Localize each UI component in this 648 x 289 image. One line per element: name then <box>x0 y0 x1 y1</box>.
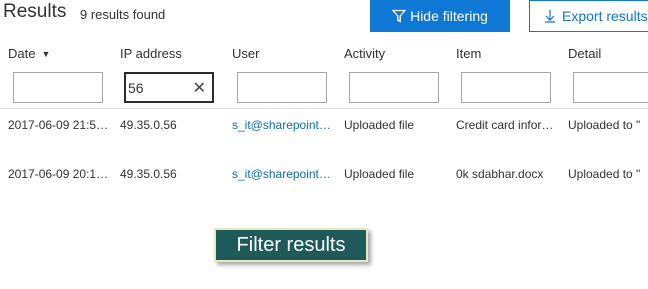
row-user-link[interactable]: s_it@sharepoint… <box>232 118 338 132</box>
row-activity: Uploaded file <box>344 118 415 132</box>
results-count: 9 results found <box>80 7 166 22</box>
filter-results-callout: Filter results <box>214 228 368 262</box>
detail-filter-input[interactable] <box>573 72 648 103</box>
row-ip: 49.35.0.56 <box>120 167 177 181</box>
ip-address-filter-input[interactable]: 56 ✕ <box>124 72 214 103</box>
header-divider <box>0 108 648 109</box>
user-filter-input[interactable] <box>237 72 327 103</box>
sort-down-icon[interactable]: ▼ <box>41 49 50 59</box>
page-title: Results <box>3 1 67 22</box>
row-item: 0k sdabhar.docx <box>456 167 544 181</box>
row-user-link[interactable]: s_it@sharepoint… <box>232 167 338 181</box>
column-header-ip-address[interactable]: IP address <box>120 46 182 61</box>
row-date: 2017-06-09 21:5… <box>8 118 109 132</box>
activity-filter-input[interactable] <box>349 72 439 103</box>
export-results-button[interactable]: Export results <box>529 0 648 32</box>
download-arrow-icon <box>545 10 555 23</box>
row-date: 2017-06-09 20:1… <box>8 167 109 181</box>
row-activity: Uploaded file <box>344 167 415 181</box>
export-results-label: Export results <box>562 8 648 24</box>
row-detail: Uploaded to " <box>568 167 641 181</box>
clear-x-icon[interactable]: ✕ <box>193 78 206 98</box>
hide-filtering-label: Hide filtering <box>410 8 488 24</box>
column-header-date[interactable]: Date ▼ <box>8 46 50 61</box>
item-filter-input[interactable] <box>461 72 551 103</box>
row-item: Credit card infor… <box>456 118 554 132</box>
column-header-item[interactable]: Item <box>456 46 481 61</box>
column-header-user[interactable]: User <box>232 46 259 61</box>
date-filter-input[interactable] <box>13 72 103 103</box>
ip-filter-value: 56 <box>128 79 144 96</box>
column-header-detail[interactable]: Detail <box>568 46 601 61</box>
hide-filtering-button[interactable]: Hide filtering <box>370 0 510 32</box>
row-ip: 49.35.0.56 <box>120 118 177 132</box>
funnel-icon <box>392 9 407 23</box>
column-header-activity[interactable]: Activity <box>344 46 385 61</box>
row-detail: Uploaded to " <box>568 118 641 132</box>
